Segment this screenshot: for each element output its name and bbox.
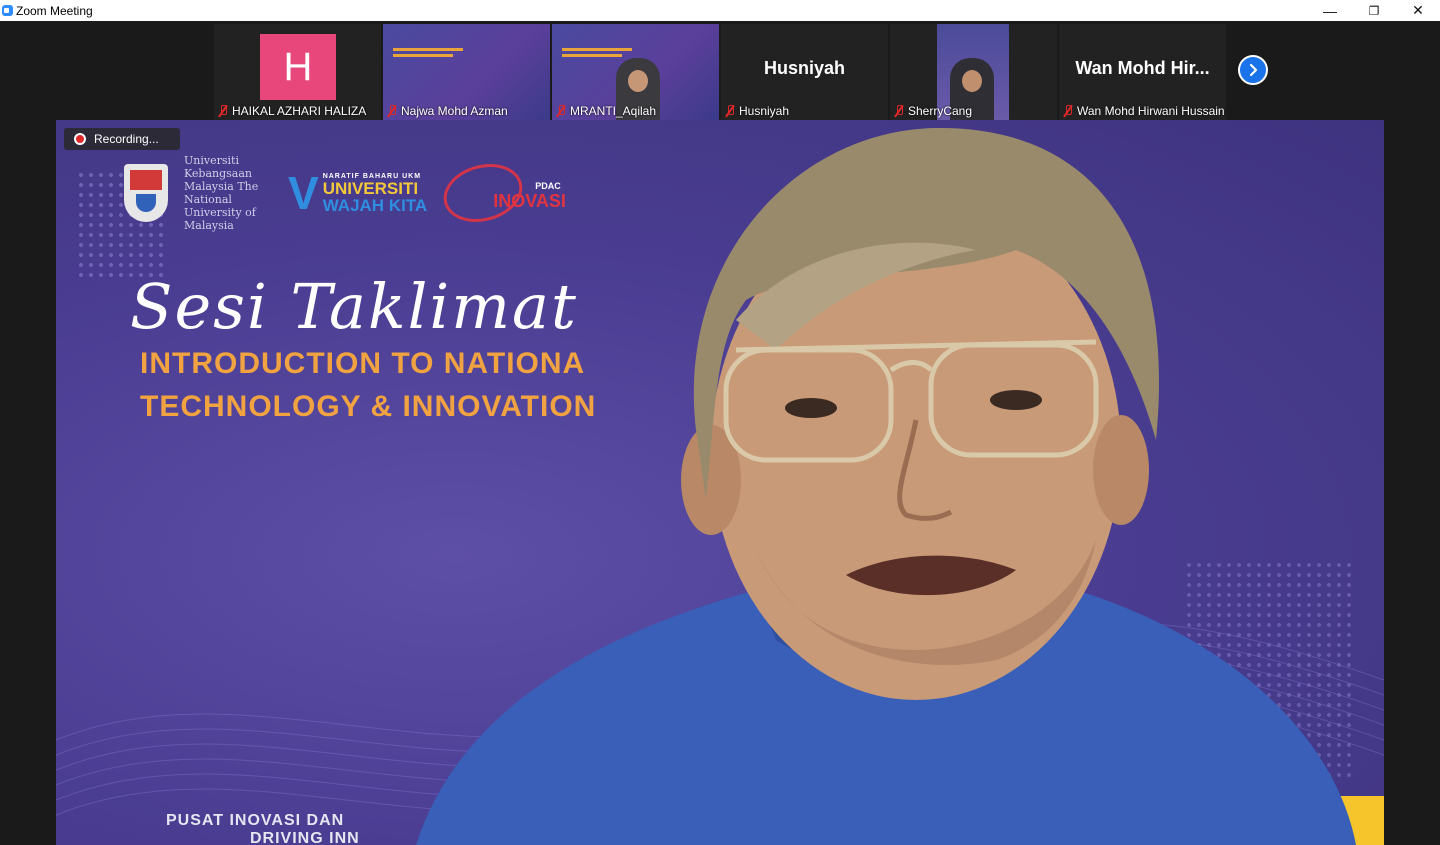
window-controls: — ❐ ✕ (1308, 0, 1440, 21)
mic-muted-icon (894, 105, 904, 117)
participant-name-label: SherryCang (908, 104, 973, 118)
slide-footer-line1: PUSAT INOVASI DAN (166, 812, 345, 829)
window-title: Zoom Meeting (16, 3, 93, 18)
participant-name: Najwa Mohd Azman (387, 104, 508, 118)
participant-name-label: MRANTI_Aqilah (570, 104, 657, 118)
mic-muted-icon (387, 105, 397, 117)
participant-name-label: Husniyah (739, 104, 790, 118)
participant-tile[interactable]: Husniyah Husniyah (721, 24, 888, 120)
restore-button[interactable]: ❐ (1352, 0, 1396, 21)
participant-name: Wan Mohd Hirwani Hussain (1063, 104, 1225, 118)
slide-footer-line2: DRIVING INN (250, 830, 360, 845)
participant-name-label: Najwa Mohd Azman (401, 104, 508, 118)
participant-name-label: HAIKAL AZHARI HALIZA (232, 104, 367, 118)
participant-strip: H HAIKAL AZHARI HALIZA Najwa Mohd Azman … (0, 21, 1440, 120)
participant-tile[interactable]: MRANTI_Aqilah (552, 24, 719, 120)
participant-name: SherryCang (894, 104, 972, 118)
participant-name: Husniyah (725, 104, 789, 118)
mic-muted-icon (1063, 105, 1073, 117)
presenter-video (416, 127, 1356, 845)
mic-muted-icon (556, 105, 566, 117)
participant-display-name: Wan Mohd Hir... (1075, 58, 1210, 78)
avatar: H (260, 34, 336, 100)
window-title-bar: Zoom Meeting — ❐ ✕ (0, 0, 1440, 21)
minimize-button[interactable]: — (1308, 0, 1352, 21)
mic-muted-icon (218, 105, 228, 117)
participant-name-label: Wan Mohd Hirwani Hussain (1077, 104, 1225, 118)
participant-name: HAIKAL AZHARI HALIZA (218, 104, 366, 118)
recording-indicator[interactable]: Recording... (64, 128, 180, 150)
record-icon (74, 133, 86, 145)
ukm-crest-logo (124, 164, 168, 222)
zoom-app-icon (2, 5, 13, 16)
close-button[interactable]: ✕ (1396, 0, 1440, 21)
participant-tile[interactable]: H HAIKAL AZHARI HALIZA (214, 24, 381, 120)
mic-muted-icon (725, 105, 735, 117)
ukm-wordmark: Universiti Kebangsaan Malaysia The Natio… (184, 154, 259, 232)
participant-tile[interactable]: Wan Mohd Hir... Wan Mohd Hirwani Hussain (1059, 24, 1226, 120)
participant-name: MRANTI_Aqilah (556, 104, 656, 118)
participant-display-name: Husniyah (763, 58, 846, 78)
recording-label: Recording... (94, 132, 159, 146)
wuk-v-mark: V (288, 167, 319, 219)
participant-tile[interactable]: SherryCang (890, 24, 1057, 120)
participant-tile[interactable]: Najwa Mohd Azman (383, 24, 550, 120)
active-speaker-video: Recording... Universiti Kebangsaan Malay… (56, 120, 1384, 845)
chevron-right-icon[interactable] (1238, 55, 1268, 85)
